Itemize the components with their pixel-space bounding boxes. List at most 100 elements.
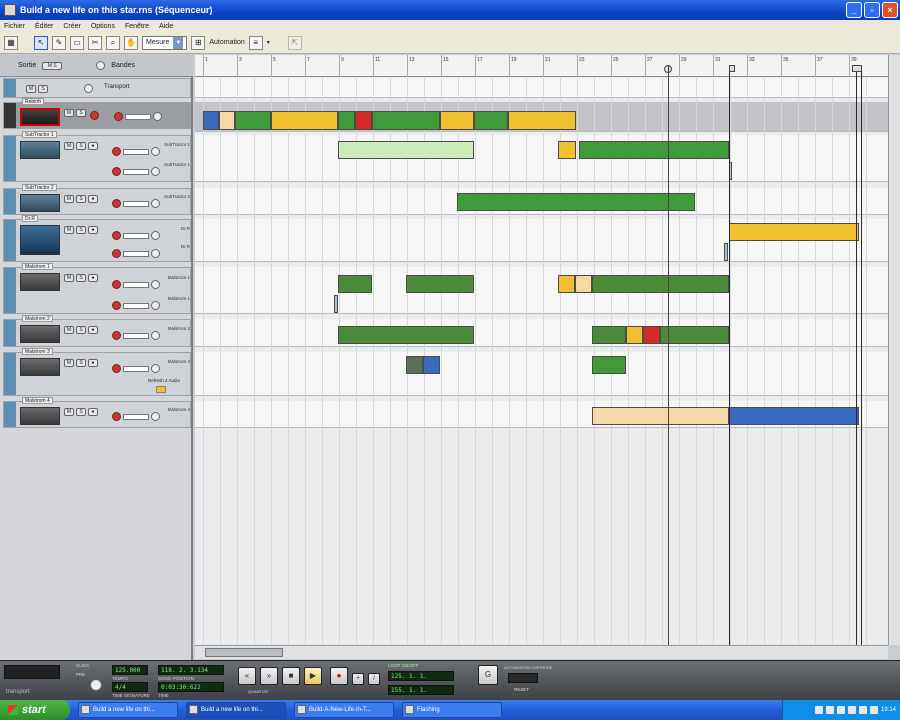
record-button[interactable]: ● <box>88 195 98 203</box>
mute-solo-header[interactable]: M S <box>42 61 63 70</box>
lane-record-button[interactable] <box>112 301 121 310</box>
lane-knob[interactable] <box>151 331 160 340</box>
tray-icon[interactable] <box>847 706 856 714</box>
track-malstrom-2[interactable]: Malstrom 2 M S ● Malstrom 2 <box>3 315 191 347</box>
track-subtractor-1[interactable]: SubTractor 1 M S ● SubTractor 1 SubTract… <box>3 131 191 182</box>
clip[interactable] <box>508 111 576 130</box>
clip[interactable] <box>474 111 508 130</box>
detach-icon[interactable]: ⇱ <box>287 35 302 50</box>
lane-knob[interactable] <box>151 231 160 240</box>
taskbar-item[interactable]: Flashing <box>402 702 502 718</box>
menu-edit[interactable]: Éditer <box>35 23 53 30</box>
close-button[interactable]: × <box>882 2 898 18</box>
tray-icon[interactable] <box>836 706 845 714</box>
loop-add-button[interactable]: + <box>352 673 364 685</box>
start-button[interactable]: start <box>0 700 70 720</box>
lane-knob[interactable] <box>151 249 160 258</box>
clip[interactable] <box>592 407 729 425</box>
signature-display[interactable]: 4/4 <box>112 682 148 692</box>
lane-knob[interactable] <box>151 280 160 289</box>
lane-record-button[interactable] <box>112 199 121 208</box>
lane-record-button[interactable] <box>112 364 121 373</box>
loop-left-display[interactable]: 125. 1. 1. <box>388 671 454 681</box>
mute-button[interactable]: M <box>64 359 74 367</box>
tray-icon[interactable] <box>825 706 834 714</box>
lane-record-button[interactable] <box>112 147 121 156</box>
minimize-button[interactable]: _ <box>846 2 862 18</box>
lane-record-button[interactable] <box>112 249 121 258</box>
lane-fader[interactable] <box>123 281 149 288</box>
lane-fader[interactable] <box>123 200 149 207</box>
taskbar-item[interactable]: Build a new life on thi... <box>78 702 178 718</box>
transport-track[interactable]: M S Transport <box>3 78 191 98</box>
solo-button[interactable]: S <box>38 85 48 93</box>
play-button[interactable]: ▶ <box>304 667 322 685</box>
hand-tool-icon[interactable]: ✋ <box>124 35 138 50</box>
clip[interactable] <box>423 356 440 374</box>
razor-tool-icon[interactable]: ✂ <box>88 35 102 50</box>
clip[interactable] <box>338 275 372 293</box>
clip[interactable] <box>203 111 219 130</box>
clip[interactable] <box>660 326 729 344</box>
record-button[interactable]: ● <box>88 408 98 416</box>
clip[interactable] <box>338 326 474 344</box>
vertical-scrollbar[interactable] <box>888 55 900 645</box>
lane-record-button[interactable] <box>112 412 121 421</box>
clip[interactable] <box>235 111 271 130</box>
clip[interactable] <box>592 275 729 293</box>
click-level-knob[interactable] <box>90 679 102 691</box>
clip[interactable] <box>338 141 474 159</box>
lane-fader[interactable] <box>123 365 149 372</box>
clip[interactable] <box>271 111 338 130</box>
clip[interactable] <box>643 326 660 344</box>
lane-record-button[interactable] <box>114 112 123 121</box>
record-button[interactable]: ● <box>88 359 98 367</box>
taskbar-item[interactable]: Build-A-New-Life-In-T... <box>294 702 394 718</box>
solo-button[interactable]: S <box>76 359 86 367</box>
tempo-display[interactable]: 125.000 <box>112 665 148 675</box>
mute-button[interactable]: M <box>26 85 36 93</box>
clip[interactable] <box>729 223 859 241</box>
malstrom-1-lane[interactable] <box>195 267 888 314</box>
lane-record-button[interactable] <box>112 280 121 289</box>
mute-button[interactable]: M <box>64 226 74 234</box>
record-button[interactable]: ● <box>88 326 98 334</box>
clip[interactable] <box>575 275 592 293</box>
mute-button[interactable]: M <box>64 195 74 203</box>
position-display[interactable]: 118. 2. 3.134 <box>158 665 224 675</box>
menu-window[interactable]: Fenêtre <box>125 23 149 30</box>
clip[interactable] <box>219 111 235 130</box>
lane-record-button[interactable] <box>112 331 121 340</box>
menu-file[interactable]: Fichier <box>4 23 25 30</box>
loop-right-display[interactable]: 155. 1. 1. <box>388 685 454 695</box>
arrangement-view[interactable]: 1 3 5 7 9 11 13 15 17 19 21 23 25 27 29 31 33 35 37 39 <box>195 55 888 645</box>
lane-knob[interactable] <box>151 412 160 421</box>
time-display[interactable]: 0:03:30:622 <box>158 682 224 692</box>
mute-button[interactable]: M <box>64 274 74 282</box>
pencil-tool-icon[interactable]: ✎ <box>52 35 66 50</box>
clip[interactable] <box>338 111 355 130</box>
bar-ruler[interactable]: 1 3 5 7 9 11 13 15 17 19 21 23 25 27 29 31 33 35 37 39 <box>195 55 888 77</box>
mute-button[interactable]: M <box>64 326 74 334</box>
lane-knob[interactable] <box>153 112 162 121</box>
track-drr[interactable]: Dr.R M S ● Dr.R Dr.R <box>3 215 191 262</box>
loop-left-marker[interactable] <box>729 65 735 72</box>
stop-button[interactable]: ■ <box>282 667 300 685</box>
track-malstrom-3[interactable]: Malstrom 3 M S ● Malstrom 3 Refresh 2 Au… <box>3 348 191 396</box>
record-button[interactable]: ● <box>88 226 98 234</box>
clip[interactable] <box>406 356 423 374</box>
subtractor-1-lane[interactable] <box>195 135 888 182</box>
clip[interactable] <box>406 275 474 293</box>
clip[interactable] <box>558 275 575 293</box>
volume-icon[interactable] <box>869 706 878 714</box>
snap-select[interactable]: Mesure ▼ <box>142 35 188 50</box>
pattern-button[interactable]: G <box>478 665 498 685</box>
mute-button[interactable]: M <box>64 109 74 117</box>
fast-forward-button[interactable]: » <box>260 667 278 685</box>
record-button[interactable]: ● <box>330 667 348 685</box>
malstrom-2-lane[interactable] <box>195 319 888 347</box>
clip[interactable] <box>372 111 440 130</box>
clip[interactable] <box>729 407 859 425</box>
solo-button[interactable]: S <box>76 408 86 416</box>
lane-fader[interactable] <box>123 168 149 175</box>
